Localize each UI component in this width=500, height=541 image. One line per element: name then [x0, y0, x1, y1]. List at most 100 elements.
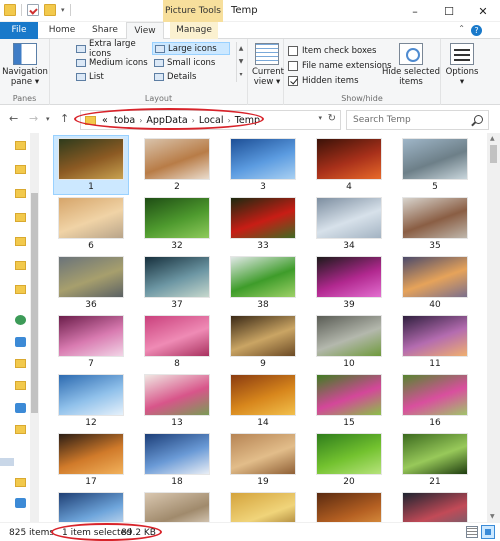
this-pc-icon[interactable] [15, 337, 26, 347]
expand-gallery-icon[interactable]: ▾ [239, 68, 242, 81]
image-thumbnail[interactable] [145, 139, 209, 179]
file-item[interactable]: 1 [51, 135, 137, 195]
layout-large-icons[interactable]: Large icons [152, 42, 230, 55]
file-item[interactable]: 24 [223, 489, 309, 522]
file-item[interactable]: 2 [137, 135, 223, 194]
checkbox-checked[interactable] [288, 75, 298, 86]
image-thumbnail[interactable] [59, 139, 123, 179]
file-item[interactable]: 22 [51, 489, 137, 522]
forward-arrow-icon[interactable]: → [29, 112, 38, 125]
file-item[interactable]: 21 [395, 430, 481, 489]
image-thumbnail[interactable] [145, 257, 209, 297]
image-thumbnail[interactable] [231, 375, 295, 415]
folder-icon[interactable] [15, 425, 26, 434]
folder-icon[interactable] [15, 165, 26, 174]
image-thumbnail[interactable] [145, 198, 209, 238]
tab-home[interactable]: Home [44, 22, 80, 39]
current-view-button[interactable]: Current view ▾ [252, 43, 284, 87]
image-thumbnail[interactable] [145, 375, 209, 415]
file-item[interactable]: 16 [395, 371, 481, 430]
scroll-down-icon[interactable]: ▼ [490, 513, 495, 520]
file-list-view[interactable]: 1 2 3 4 5 6 32 33 34 35 36 37 38 39 40 7 8 9 10 11 12 13 14 15 1… [41, 133, 487, 522]
file-item[interactable]: 6 [51, 194, 137, 253]
layout-medium-icons[interactable]: Medium icons [74, 56, 152, 69]
file-item[interactable]: 37 [137, 253, 223, 312]
image-thumbnail[interactable] [231, 139, 295, 179]
layout-details[interactable]: Details [152, 70, 230, 83]
image-thumbnail[interactable] [403, 434, 467, 474]
refresh-icon[interactable]: ↻ [328, 113, 336, 124]
image-thumbnail[interactable] [231, 316, 295, 356]
image-thumbnail[interactable] [59, 316, 123, 356]
file-item[interactable]: 17 [51, 430, 137, 489]
tab-share[interactable]: Share [88, 22, 122, 39]
file-item[interactable]: 8 [137, 312, 223, 371]
image-thumbnail[interactable] [403, 198, 467, 238]
close-button[interactable]: ✕ [466, 0, 500, 22]
file-item[interactable]: 23 [137, 489, 223, 522]
scroll-up-icon[interactable]: ▲ [239, 42, 244, 55]
folder-icon[interactable] [15, 141, 26, 150]
file-item[interactable]: 34 [309, 194, 395, 253]
tab-file[interactable]: File [0, 22, 38, 39]
content-scroll-thumb[interactable] [490, 145, 497, 163]
nav-pane-scroll-thumb[interactable] [31, 193, 38, 413]
image-thumbnail[interactable] [317, 493, 381, 522]
image-thumbnail[interactable] [403, 316, 467, 356]
folder-icon[interactable] [15, 381, 26, 390]
file-item[interactable]: 5 [395, 135, 481, 194]
file-item[interactable]: 9 [223, 312, 309, 371]
layout-gallery-scroller[interactable]: ▲ ▼ ▾ [236, 42, 245, 82]
file-item[interactable]: 39 [309, 253, 395, 312]
image-thumbnail[interactable] [145, 493, 209, 522]
folder-icon[interactable] [15, 237, 26, 246]
folder-icon[interactable] [15, 213, 26, 222]
file-item[interactable]: 20 [309, 430, 395, 489]
file-item[interactable]: 7 [51, 312, 137, 371]
tab-view[interactable]: View [126, 22, 164, 40]
minimize-button[interactable]: – [398, 0, 432, 22]
drive-icon[interactable] [15, 403, 26, 413]
file-item[interactable]: 26 [395, 489, 481, 522]
options-button[interactable]: Options ▾ [443, 43, 481, 87]
image-thumbnail[interactable] [59, 198, 123, 238]
folder-icon[interactable] [15, 359, 26, 368]
scroll-up-icon[interactable]: ▲ [490, 135, 495, 142]
search-icon[interactable] [474, 115, 483, 124]
recent-locations-chevron-icon[interactable]: ▾ [46, 115, 50, 123]
file-item[interactable]: 15 [309, 371, 395, 430]
navigation-pane[interactable] [0, 133, 40, 522]
folder-icon[interactable] [15, 285, 26, 294]
image-thumbnail[interactable] [403, 139, 467, 179]
layout-small-icons[interactable]: Small icons [152, 56, 230, 69]
image-thumbnail[interactable] [231, 434, 295, 474]
checkbox[interactable] [288, 45, 298, 56]
network-icon[interactable] [15, 498, 26, 508]
tab-manage[interactable]: Manage [170, 22, 218, 39]
image-thumbnail[interactable] [317, 434, 381, 474]
file-item[interactable]: 13 [137, 371, 223, 430]
file-name-extensions-toggle[interactable]: File name extensions [288, 58, 392, 73]
help-icon[interactable]: ? [471, 25, 482, 36]
large-icons-view-icon[interactable] [481, 525, 495, 539]
file-item[interactable]: 3 [223, 135, 309, 194]
properties-icon[interactable] [27, 4, 39, 16]
image-thumbnail[interactable] [231, 493, 295, 522]
folder-icon[interactable] [15, 189, 26, 198]
folder-icon[interactable] [15, 261, 26, 270]
hidden-items-toggle[interactable]: Hidden items [288, 73, 392, 88]
maximize-button[interactable]: ☐ [432, 0, 466, 22]
file-item[interactable]: 40 [395, 253, 481, 312]
image-thumbnail[interactable] [145, 316, 209, 356]
image-thumbnail[interactable] [317, 198, 381, 238]
back-arrow-icon[interactable]: ← [9, 112, 18, 125]
file-item[interactable]: 38 [223, 253, 309, 312]
content-scrollbar[interactable]: ▲ ▼ [487, 133, 500, 522]
scroll-down-icon[interactable]: ▼ [239, 55, 244, 68]
file-item[interactable]: 4 [309, 135, 395, 194]
file-item[interactable]: 14 [223, 371, 309, 430]
search-input[interactable]: Search Temp [346, 110, 489, 130]
image-thumbnail[interactable] [317, 316, 381, 356]
layout-list[interactable]: List [74, 70, 152, 83]
image-thumbnail[interactable] [317, 257, 381, 297]
